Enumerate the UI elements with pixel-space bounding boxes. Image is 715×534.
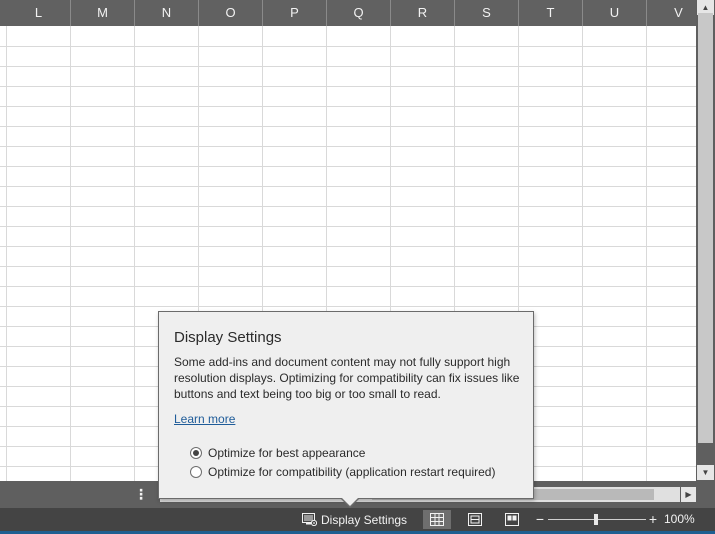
option-compatibility-label[interactable]: Optimize for compatibility (application … (208, 465, 495, 479)
vertical-scroll-thumb[interactable] (698, 13, 713, 443)
grid-row-line (0, 286, 696, 287)
column-header-S[interactable]: S (455, 0, 519, 26)
grid-column-line (646, 26, 647, 481)
grid-row-line (0, 226, 696, 227)
grid-row-line (0, 186, 696, 187)
grid-row-line (0, 146, 696, 147)
grid-row-line (0, 266, 696, 267)
grid-row-line (0, 46, 696, 47)
page-break-preview-icon (505, 513, 519, 526)
display-settings-callout: Display Settings Some add-ins and docume… (158, 311, 534, 499)
page-break-preview-button[interactable] (498, 510, 526, 529)
callout-title: Display Settings (174, 329, 282, 346)
grid-row-line (0, 246, 696, 247)
vertical-scrollbar[interactable]: ▲ ▼ (696, 0, 715, 481)
learn-more-link[interactable]: Learn more (174, 412, 235, 426)
radio-best-appearance[interactable] (190, 447, 202, 459)
grid-row-line (0, 206, 696, 207)
display-settings-label: Display Settings (321, 512, 408, 527)
status-bar: Display Settings − + 100% (0, 508, 715, 531)
grid-row-line (0, 86, 696, 87)
option-best-appearance[interactable]: Optimize for best appearance (190, 446, 365, 460)
callout-pointer-fill (341, 497, 359, 506)
zoom-level-label[interactable]: 100% (664, 508, 704, 531)
grid-column-line (582, 26, 583, 481)
grid-row-line (0, 166, 696, 167)
scroll-right-arrow-icon[interactable]: ▶ (681, 487, 696, 502)
normal-view-icon (430, 513, 444, 526)
column-header-M[interactable]: M (71, 0, 135, 26)
vertical-ellipsis-icon[interactable]: ⋮ (132, 481, 150, 508)
column-header-L[interactable]: L (7, 0, 71, 26)
display-settings-button[interactable]: Display Settings (296, 508, 413, 531)
option-compatibility[interactable]: Optimize for compatibility (application … (190, 465, 495, 479)
column-header-O[interactable]: O (199, 0, 263, 26)
normal-view-button[interactable] (423, 510, 451, 529)
grid-column-line (70, 26, 71, 481)
grid-row-line (0, 66, 696, 67)
column-header-Q[interactable]: Q (327, 0, 391, 26)
column-header-N[interactable]: N (135, 0, 199, 26)
scroll-down-arrow-icon[interactable]: ▼ (697, 465, 714, 480)
page-layout-icon (468, 513, 482, 526)
grid-row-line (0, 126, 696, 127)
column-header-P[interactable]: P (263, 0, 327, 26)
zoom-slider-thumb[interactable] (594, 514, 598, 525)
grid-row-line (0, 106, 696, 107)
option-best-appearance-label[interactable]: Optimize for best appearance (208, 446, 365, 460)
callout-description: Some add-ins and document content may no… (174, 355, 520, 401)
grid-column-line (6, 26, 7, 481)
zoom-in-button[interactable]: + (647, 508, 659, 531)
grid-column-line (134, 26, 135, 481)
column-header-T[interactable]: T (519, 0, 583, 26)
radio-compatibility[interactable] (190, 466, 202, 478)
column-header-row: L M N O P Q R S T U V (0, 0, 711, 26)
page-layout-view-button[interactable] (461, 510, 489, 529)
grid-row-line (0, 306, 696, 307)
zoom-out-button[interactable]: − (534, 508, 546, 531)
column-header-R[interactable]: R (391, 0, 455, 26)
column-header-U[interactable]: U (583, 0, 647, 26)
display-settings-icon (302, 513, 317, 526)
